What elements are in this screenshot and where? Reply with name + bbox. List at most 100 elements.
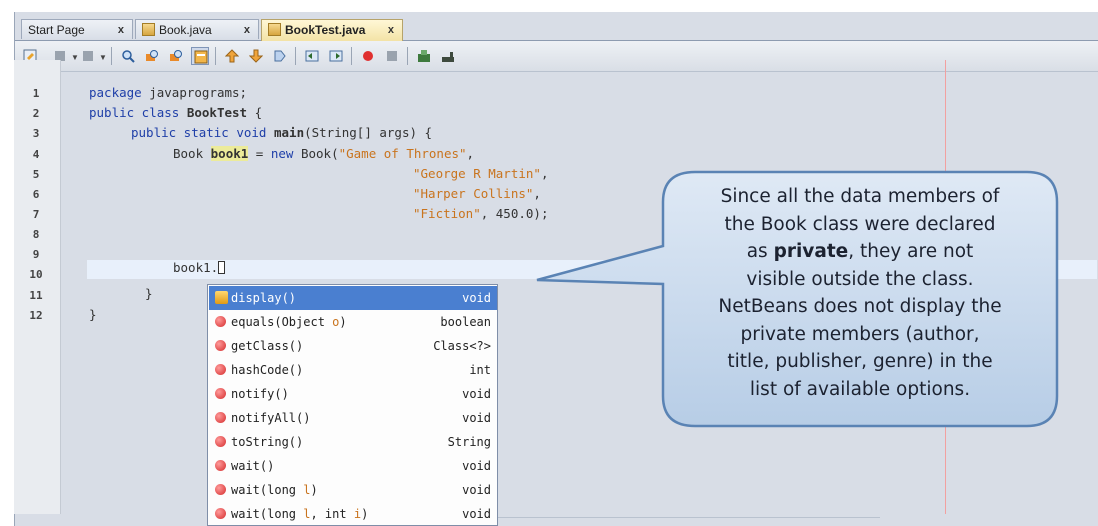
completion-item[interactable]: display() void (209, 286, 497, 310)
completion-name: notifyAll() (231, 411, 311, 425)
completion-return-type: void (462, 387, 491, 401)
callout-line: visible outside the class. (746, 268, 974, 290)
completion-name-part: ) (339, 315, 347, 329)
completion-item[interactable]: wait() void (209, 454, 497, 478)
keyword: new (270, 146, 294, 161)
java-file-icon (268, 23, 281, 36)
code-line-9: book1. (173, 260, 226, 275)
callout-line: as private, they are not (675, 238, 1045, 266)
completion-item[interactable]: equals(Object o) boolean (209, 310, 497, 334)
code-line-6: "Harper Collins", (413, 186, 541, 201)
completion-return-type: String (447, 435, 491, 449)
method-icon (215, 508, 226, 519)
completion-item[interactable]: notify() void (209, 382, 497, 406)
back-dropdown-icon[interactable]: ▼ (71, 53, 79, 62)
code-text: Book (173, 146, 211, 161)
completion-name: wait() (231, 459, 275, 473)
completion-item[interactable]: toString() String (209, 430, 497, 454)
toolbar-separator (215, 47, 216, 65)
method-icon (215, 388, 226, 399)
close-icon[interactable]: x (388, 20, 394, 40)
code-text: book1. (173, 260, 219, 275)
completion-return-type: Class<?> (433, 339, 491, 353)
find-previous-icon[interactable] (119, 47, 137, 65)
method-icon (215, 436, 226, 447)
line-number: 2 (32, 107, 40, 120)
text-cursor (218, 261, 226, 274)
completion-return-type: void (462, 507, 491, 521)
callout-line: Since all the data members of (720, 186, 1000, 207)
tab-book-java[interactable]: Book.java x (135, 19, 259, 39)
method-icon (215, 340, 226, 351)
callout-line: title, publisher, genre) in the (727, 351, 993, 372)
comment-icon[interactable] (415, 47, 433, 65)
toolbar-separator (111, 47, 112, 65)
completion-return-type: void (462, 459, 491, 473)
forward-icon[interactable] (79, 47, 97, 65)
code-completion-popup[interactable]: display() void equals(Object o) boolean ge… (207, 284, 498, 526)
completion-return-type: void (462, 411, 491, 425)
completion-item[interactable]: wait(long l, int i) void (209, 502, 497, 525)
string-literal: "Fiction" (413, 206, 481, 221)
shift-left-icon[interactable] (303, 47, 321, 65)
string-literal: "Game of Thrones" (338, 146, 467, 161)
shift-right-icon[interactable] (327, 47, 345, 65)
code-line-4: Book book1 = new Book("Game of Thrones", (173, 146, 474, 161)
string-literal: "George R Martin" (413, 166, 541, 181)
method-icon (215, 316, 226, 327)
method-icon (215, 291, 228, 304)
keyword: public static void (131, 125, 267, 140)
editor-tab-bar: Start Page x Book.java x BookTest.java x (15, 18, 1098, 41)
method-name: main (266, 125, 305, 140)
tab-start-page[interactable]: Start Page x (21, 19, 133, 39)
tab-booktest-java[interactable]: BookTest.java x (261, 19, 403, 41)
completion-name-part: wait(long (231, 483, 304, 497)
toggle-highlight-icon[interactable] (191, 47, 209, 65)
completion-item[interactable]: hashCode() int (209, 358, 497, 382)
previous-bookmark-icon[interactable] (223, 47, 241, 65)
method-icon (215, 484, 226, 495)
completion-item[interactable]: getClass() Class<?> (209, 334, 497, 358)
callout-line: the Book class were declared (724, 213, 996, 235)
next-bookmark-icon[interactable] (247, 47, 265, 65)
completion-name-part: , int (310, 507, 354, 521)
stop-macro-icon[interactable] (383, 47, 401, 65)
method-icon (215, 364, 226, 375)
completion-item[interactable]: wait(long l) void (209, 478, 497, 502)
find-next-icon[interactable] (143, 47, 161, 65)
callout-line: private members (author, (740, 323, 980, 345)
callout-keyword: private (773, 241, 849, 262)
completion-return-type: void (462, 291, 491, 305)
find-selection-icon[interactable] (167, 47, 185, 65)
toolbar-separator (407, 47, 408, 65)
line-number: 8 (32, 228, 40, 241)
completion-return-type: void (462, 483, 491, 497)
tab-label: Book.java (159, 23, 212, 37)
completion-name: equals(Object o) (231, 310, 347, 334)
close-icon[interactable]: x (118, 20, 124, 40)
callout-text-part: , they are not (848, 241, 974, 262)
code-text: (String[] args) { (304, 125, 433, 140)
line-number: 11 (29, 289, 43, 302)
toggle-bookmark-icon[interactable] (271, 47, 289, 65)
completion-param: i (353, 507, 362, 521)
editor-toolbar: ▼ ▼ (15, 41, 1098, 72)
code-line-1: package javaprograms; (89, 85, 247, 100)
completion-item[interactable]: notifyAll() void (209, 406, 497, 430)
completion-return-type: int (469, 363, 491, 377)
forward-dropdown-icon[interactable]: ▼ (99, 53, 107, 62)
completion-name-part: equals(Object (231, 315, 333, 329)
code-line-5: "George R Martin", (413, 166, 548, 181)
completion-name: getClass() (231, 339, 304, 353)
start-macro-icon[interactable] (359, 47, 377, 65)
completion-name: wait(long l) (231, 478, 318, 502)
close-icon[interactable]: x (244, 20, 250, 40)
code-text: { (247, 105, 263, 120)
code-text: , (466, 146, 475, 161)
code-text: Book( (293, 146, 339, 161)
completion-name: notify() (231, 387, 289, 401)
line-number: 10 (29, 268, 43, 281)
code-text: = (248, 146, 271, 161)
string-literal: "Harper Collins" (413, 186, 534, 201)
uncomment-icon[interactable] (439, 47, 457, 65)
